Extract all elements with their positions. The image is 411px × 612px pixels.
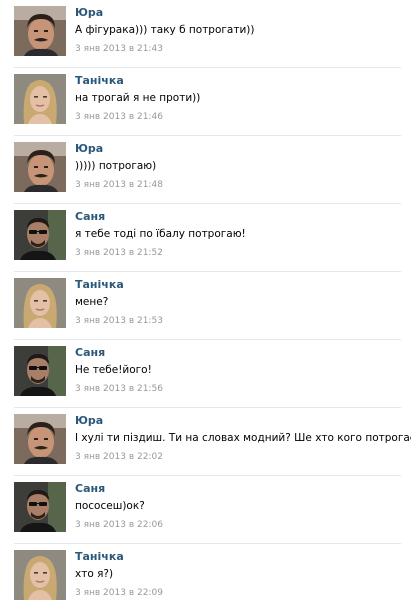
sanya-avatar[interactable]	[14, 210, 66, 260]
tanichka-avatar[interactable]	[14, 278, 66, 328]
tanichka-avatar[interactable]	[14, 550, 66, 600]
message-timestamp[interactable]: 3 янв 2013 в 21:52	[75, 248, 163, 258]
message-timestamp[interactable]: 3 янв 2013 в 22:09	[75, 588, 163, 598]
message-timestamp[interactable]: 3 янв 2013 в 21:46	[75, 112, 163, 122]
yura-avatar[interactable]	[14, 414, 66, 464]
author-link[interactable]: Саня	[75, 210, 105, 223]
message-item: Юра І хулі ти піздиш. Ти на словах модний…	[0, 408, 411, 476]
message-timestamp[interactable]: 3 янв 2013 в 21:48	[75, 180, 163, 190]
message-item: Танічка мене? 3 янв 2013 в 21:53	[0, 272, 411, 340]
author-link[interactable]: Юра	[75, 6, 103, 19]
message-timestamp[interactable]: 3 янв 2013 в 21:53	[75, 316, 163, 326]
message-text: ))))) потрогаю)	[75, 160, 157, 172]
author-link[interactable]: Юра	[75, 414, 103, 427]
message-timestamp[interactable]: 3 янв 2013 в 21:43	[75, 44, 163, 54]
message-item: Танічка хто я?) 3 янв 2013 в 22:09	[0, 544, 411, 612]
message-item: Саня пососеш)ок? 3 янв 2013 в 22:06	[0, 476, 411, 544]
author-link[interactable]: Юра	[75, 142, 103, 155]
message-text: Не тебе!його!	[75, 364, 152, 376]
message-text: І хулі ти піздиш. Ти на словах модний? Ш…	[75, 432, 411, 444]
message-text: на трогай я не проти))	[75, 92, 201, 104]
message-feed: Юра А фігурака))) таку б потрогати)) 3 янв…	[0, 0, 411, 604]
message-item: Юра А фігурака))) таку б потрогати)) 3 янв…	[0, 0, 411, 68]
yura-avatar[interactable]	[14, 142, 66, 192]
tanichka-avatar[interactable]	[14, 74, 66, 124]
sanya-avatar[interactable]	[14, 346, 66, 396]
message-item: Юра ))))) потрогаю) 3 янв 2013 в 21:48	[0, 136, 411, 204]
message-timestamp[interactable]: 3 янв 2013 в 21:56	[75, 384, 163, 394]
author-link[interactable]: Танічка	[75, 550, 124, 563]
message-text: А фігурака))) таку б потрогати))	[75, 24, 255, 36]
message-text: я тебе тоді по їбалу потрогаю!	[75, 228, 246, 240]
author-link[interactable]: Саня	[75, 482, 105, 495]
message-item: Саня я тебе тоді по їбалу потрогаю! 3 янв …	[0, 204, 411, 272]
yura-avatar[interactable]	[14, 6, 66, 56]
message-text: мене?	[75, 296, 109, 308]
message-timestamp[interactable]: 3 янв 2013 в 22:06	[75, 520, 163, 530]
message-item: Саня Не тебе!його! 3 янв 2013 в 21:56	[0, 340, 411, 408]
author-link[interactable]: Саня	[75, 346, 105, 359]
message-text: хто я?)	[75, 568, 114, 580]
author-link[interactable]: Танічка	[75, 278, 124, 291]
author-link[interactable]: Танічка	[75, 74, 124, 87]
sanya-avatar[interactable]	[14, 482, 66, 532]
message-item: Танічка на трогай я не проти)) 3 янв 2013 …	[0, 68, 411, 136]
message-timestamp[interactable]: 3 янв 2013 в 22:02	[75, 452, 163, 462]
message-text: пососеш)ок?	[75, 500, 145, 512]
